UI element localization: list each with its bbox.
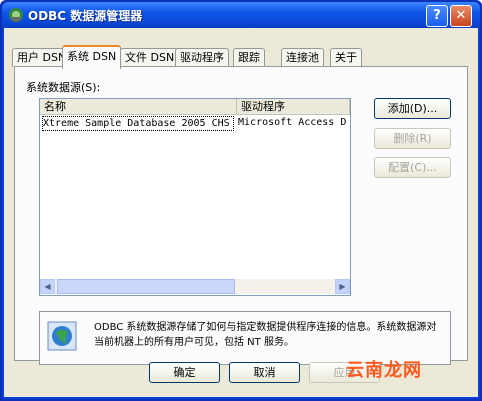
close-button[interactable]: ✕ xyxy=(450,5,472,27)
watermark-logo: 云南龙网 xyxy=(346,360,422,381)
odbc-app-icon xyxy=(9,8,23,22)
ok-button[interactable]: 确定 xyxy=(149,362,220,383)
tab-file-dsn[interactable]: 文件 DSN xyxy=(120,48,180,67)
scroll-thumb[interactable] xyxy=(57,279,235,294)
dsn-row-name[interactable]: Xtreme Sample Database 2005 CHS xyxy=(42,116,234,131)
help-button[interactable]: ? xyxy=(426,5,448,27)
tab-tracing[interactable]: 跟踪 xyxy=(233,48,265,67)
title-bar[interactable]: ODBC 数据源管理器 ? ✕ xyxy=(2,2,480,28)
tab-system-dsn[interactable]: 系统 DSN xyxy=(62,45,122,69)
data-source-globe-icon xyxy=(47,321,77,351)
window-title: ODBC 数据源管理器 xyxy=(28,9,143,23)
horizontal-scrollbar[interactable]: ◀ ▶ xyxy=(40,279,350,294)
tab-connection-pooling[interactable]: 连接池 xyxy=(281,48,324,67)
scroll-left-icon[interactable]: ◀ xyxy=(40,279,55,294)
column-header-driver[interactable]: 驱动程序 xyxy=(237,99,350,115)
add-button[interactable]: 添加(D)... xyxy=(374,98,451,119)
column-header-name[interactable]: 名称 xyxy=(40,99,237,115)
odbc-window: ODBC 数据源管理器 ? ✕ 用户 DSN 系统 DSN 文件 DSN 驱动程… xyxy=(0,0,482,401)
dsn-row-driver[interactable]: Microsoft Access D xyxy=(238,116,348,129)
tab-about[interactable]: 关于 xyxy=(330,48,362,67)
remove-button[interactable]: 删除(R) xyxy=(374,128,451,149)
cancel-button[interactable]: 取消 xyxy=(229,362,300,383)
configure-button[interactable]: 配置(C)... xyxy=(374,157,451,178)
scroll-right-icon[interactable]: ▶ xyxy=(335,279,350,294)
system-data-sources-label: 系统数据源(S): xyxy=(26,81,101,94)
info-text: ODBC 系统数据源存储了如何与指定数据提供程序连接的信息。系统数据源对当前机器… xyxy=(94,322,437,348)
tab-drivers[interactable]: 驱动程序 xyxy=(175,48,229,67)
client-area: 用户 DSN 系统 DSN 文件 DSN 驱动程序 跟踪 连接池 关于 系统数据… xyxy=(4,28,478,397)
dsn-list[interactable]: 名称 驱动程序 Xtreme Sample Database 2005 CHS … xyxy=(39,98,351,296)
